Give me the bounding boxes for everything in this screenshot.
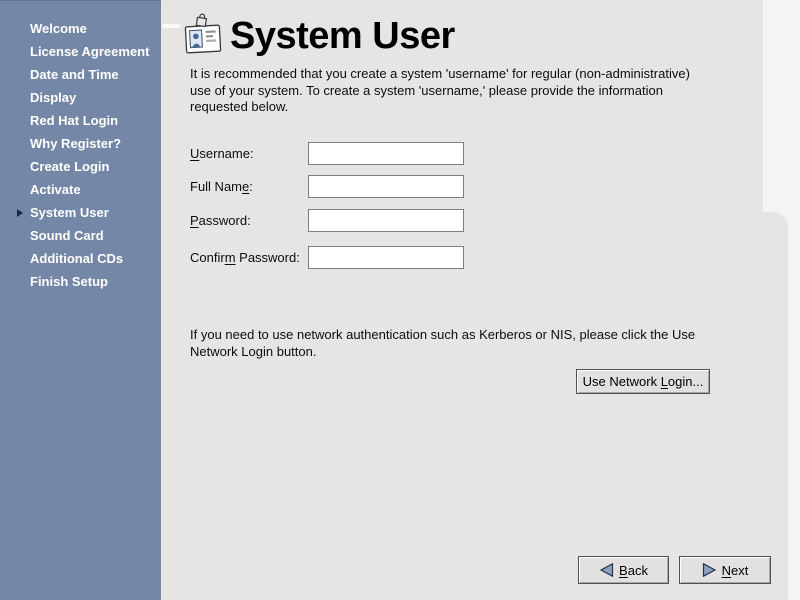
intro-text: It is recommended that you create a syst… [190, 66, 692, 116]
confirm-password-row: Confirm Password: [190, 246, 308, 269]
sidebar-item-sound-card[interactable]: Sound Card [0, 224, 161, 247]
next-button[interactable]: Next [679, 556, 771, 584]
sidebar-item-display[interactable]: Display [0, 86, 161, 109]
confirm-password-label: Confirm Password: [190, 250, 308, 265]
password-label: Password: [190, 213, 308, 228]
next-button-label: Next [722, 563, 749, 578]
use-network-login-button[interactable]: Use Network Login... [576, 369, 710, 394]
sidebar-item-welcome[interactable]: Welcome [0, 17, 161, 40]
username-input[interactable] [308, 142, 464, 165]
back-arrow-icon [599, 563, 614, 577]
username-row: Username: [190, 142, 308, 165]
page-title: System User [230, 15, 455, 57]
sidebar-item-why-register[interactable]: Why Register? [0, 132, 161, 155]
sidebar-item-create-login[interactable]: Create Login [0, 155, 161, 178]
sidebar-item-date-and-time[interactable]: Date and Time [0, 63, 161, 86]
sidebar-item-finish-setup[interactable]: Finish Setup [0, 270, 161, 293]
sidebar-item-additional-cds[interactable]: Additional CDs [0, 247, 161, 270]
current-step-arrow-icon [17, 209, 23, 217]
next-arrow-icon [702, 563, 717, 577]
content-panel-bottom [161, 212, 788, 600]
confirm-password-input[interactable] [308, 246, 464, 269]
steps-sidebar: Welcome License Agreement Date and Time … [0, 0, 161, 600]
sidebar-item-red-hat-login[interactable]: Red Hat Login [0, 109, 161, 132]
full-name-label: Full Name: [190, 179, 308, 194]
id-badge-icon [183, 13, 223, 57]
username-label: Username: [190, 146, 308, 161]
password-row: Password: [190, 209, 308, 232]
full-name-input[interactable] [308, 175, 464, 198]
firstboot-window: Welcome License Agreement Date and Time … [0, 0, 800, 600]
back-button-label: Back [619, 563, 648, 578]
full-name-row: Full Name: [190, 175, 308, 198]
sidebar-item-activate[interactable]: Activate [0, 178, 161, 201]
connector-dash [162, 24, 180, 28]
password-input[interactable] [308, 209, 464, 232]
back-button[interactable]: Back [578, 556, 669, 584]
network-auth-note: If you need to use network authenticatio… [190, 327, 698, 360]
sidebar-item-license-agreement[interactable]: License Agreement [0, 40, 161, 63]
sidebar-item-system-user[interactable]: System User [0, 201, 161, 224]
